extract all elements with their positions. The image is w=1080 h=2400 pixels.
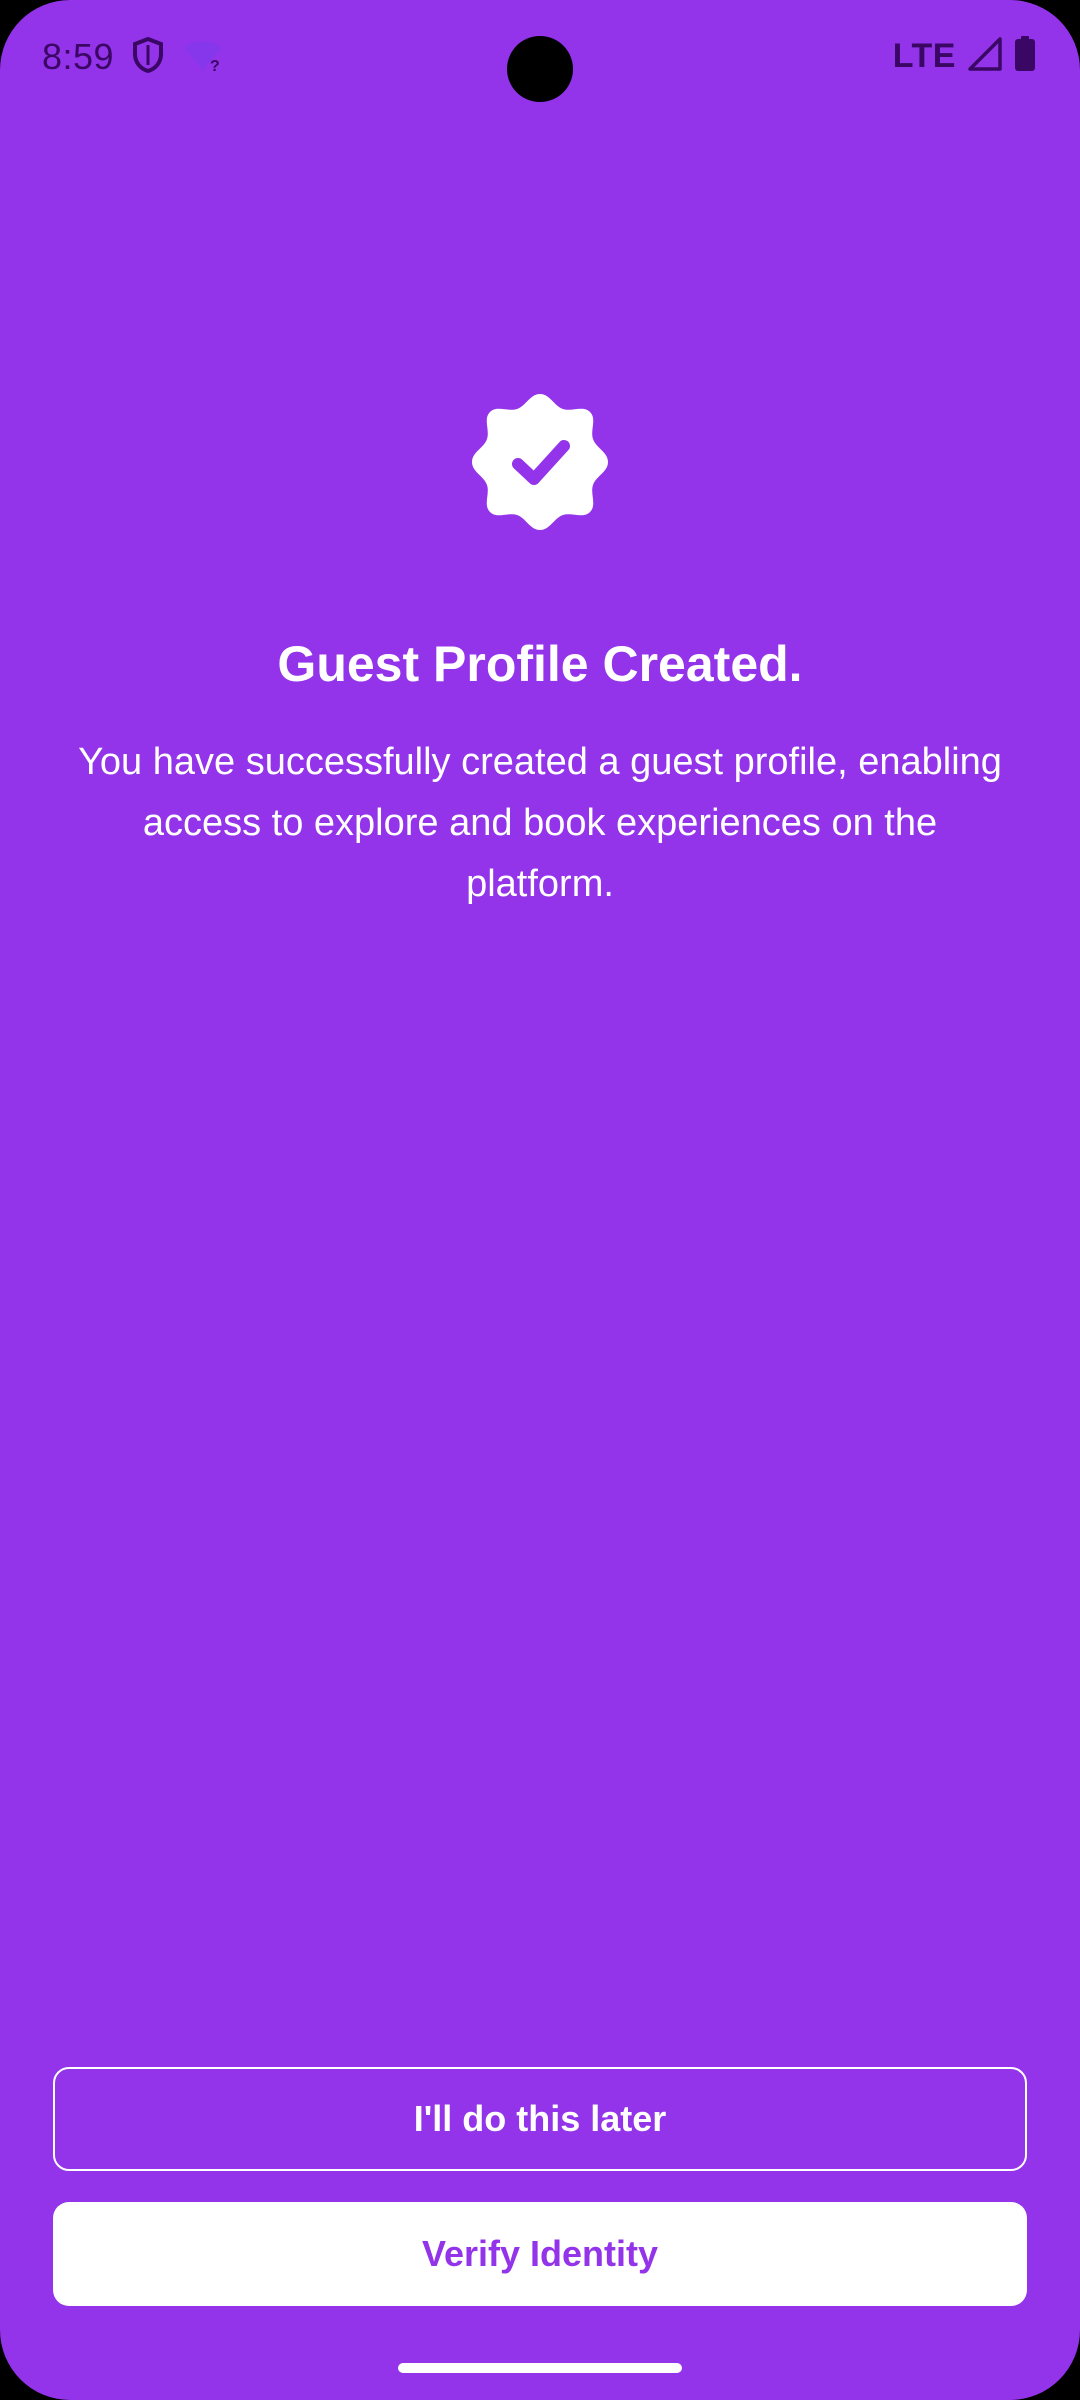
- success-message: You have successfully created a guest pr…: [78, 741, 1002, 905]
- verified-badge-icon: [468, 390, 612, 534]
- shield-icon: [132, 36, 164, 78]
- do-later-button[interactable]: I'll do this later: [53, 2067, 1027, 2171]
- svg-text:?: ?: [210, 58, 220, 72]
- battery-icon: [1014, 36, 1036, 77]
- camera-cutout: [507, 36, 573, 102]
- home-indicator[interactable]: [398, 2363, 682, 2373]
- verify-identity-button[interactable]: Verify Identity: [53, 2202, 1027, 2306]
- network-type: LTE: [892, 37, 956, 75]
- signal-icon: [968, 37, 1002, 76]
- status-bar: 8:59 ? LTE: [0, 0, 1080, 120]
- wifi-question-icon: ?: [182, 38, 224, 77]
- status-right: LTE: [893, 36, 1036, 77]
- status-time: 8:59: [42, 36, 115, 77]
- screen: 8:59 ? LTE Guest Profile Created. You ha…: [0, 0, 1080, 2400]
- success-title: Guest Profile Created.: [277, 636, 803, 692]
- status-left: 8:59 ?: [42, 36, 224, 78]
